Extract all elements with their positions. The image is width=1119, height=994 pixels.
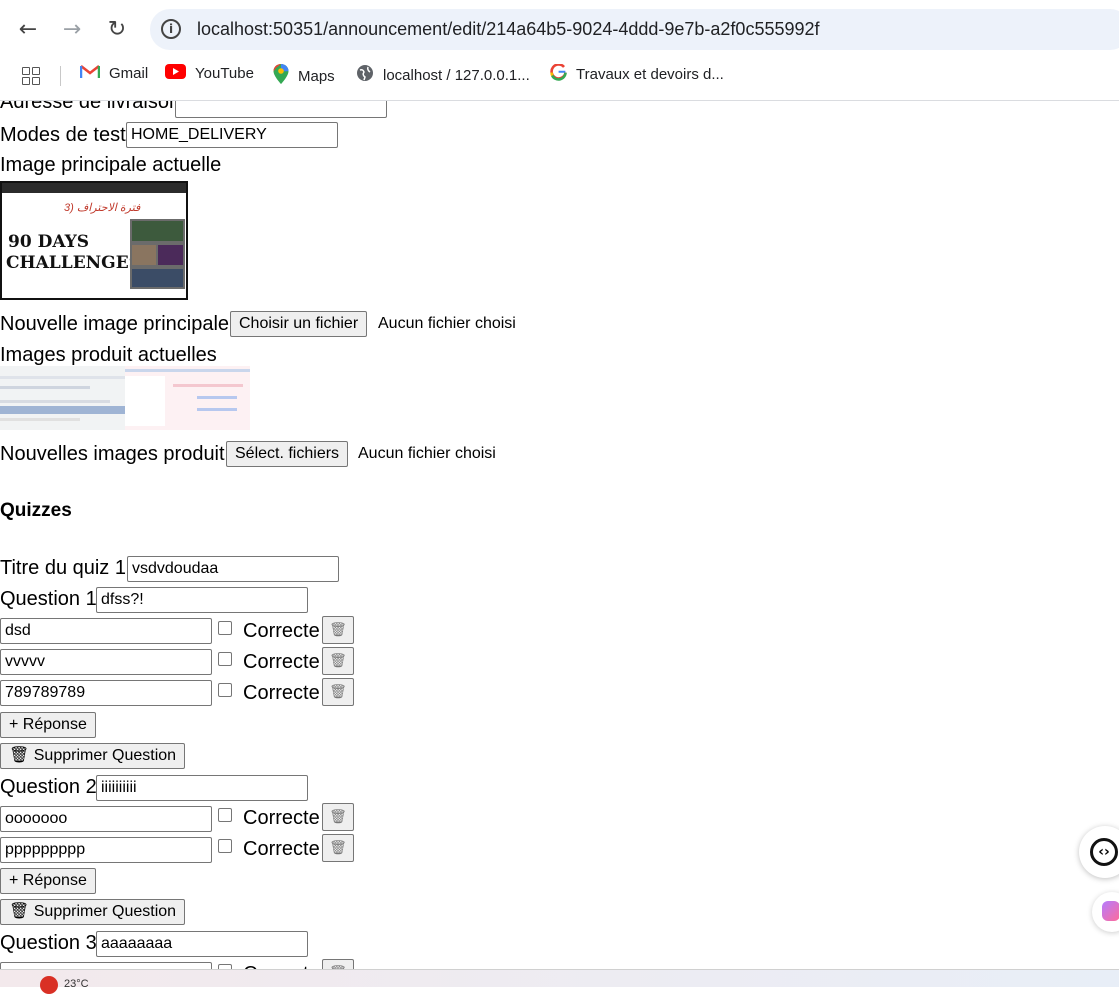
correct-checkbox[interactable] [218, 652, 232, 666]
trash-icon: 🗑 [329, 840, 347, 856]
current-product-images-label: Images produit actuelles [0, 344, 217, 366]
product-image-1 [0, 366, 125, 430]
delete-answer-button[interactable]: 🗑 [322, 647, 354, 675]
reload-icon[interactable]: ↻ [100, 12, 134, 46]
product-image-2 [125, 366, 250, 430]
image-arabic-text: 3) فترة الاحتراف [64, 202, 141, 214]
bookmark-label: localhost / 127.0.0.1... [383, 66, 530, 84]
correct-checkbox[interactable] [218, 839, 232, 853]
bookmark-label: Travaux et devoirs d... [576, 66, 724, 83]
bookmark-label: Gmail [109, 65, 149, 82]
bookmark-localhost[interactable]: localhost / 127.0.0.1... [356, 64, 530, 86]
quiz-title-input[interactable] [127, 556, 339, 582]
correct-checkbox[interactable] [218, 808, 232, 822]
trash-icon: 🗑 [329, 809, 347, 825]
delivery-address-label: Adresse de livraison [0, 101, 181, 113]
correct-label: Correcte [243, 620, 320, 642]
page-content: Adresse de livraison Modes de test Image… [0, 101, 1119, 969]
correct-label: Correcte [243, 807, 320, 829]
test-modes-label: Modes de test [0, 124, 126, 146]
answer-input[interactable] [0, 618, 212, 644]
trash-icon: 🗑 [329, 622, 347, 638]
image-thumbnails [130, 219, 185, 289]
question-label: Question 1 [0, 588, 97, 610]
delete-answer-button[interactable]: 🗑 [322, 678, 354, 706]
address-bar[interactable]: i localhost:50351/announcement/edit/214a… [150, 9, 1119, 50]
question-label: Question 3 [0, 932, 97, 954]
bookmark-youtube[interactable]: YouTube [165, 64, 254, 83]
select-files-button[interactable]: Sélect. fichiers [226, 441, 349, 467]
add-answer-button[interactable]: + Réponse [0, 868, 96, 894]
current-main-image-label: Image principale actuelle [0, 154, 222, 176]
browser-chrome: ← → ↻ i localhost:50351/announcement/edi… [0, 0, 1119, 101]
question-input[interactable] [96, 587, 308, 613]
google-icon [550, 63, 567, 85]
answer-input[interactable] [0, 806, 212, 832]
bookmark-label: YouTube [195, 65, 254, 82]
delete-question-button[interactable]: 🗑 Supprimer Question [0, 899, 186, 925]
delete-question-button[interactable]: 🗑 Supprimer Question [0, 743, 186, 769]
answer-input[interactable] [0, 837, 212, 863]
question-label: Question 2 [0, 776, 97, 798]
code-brackets-icon: ‹› [1090, 838, 1118, 866]
weather-temp: 23°C [64, 978, 89, 990]
forward-arrow-icon[interactable]: → [55, 12, 89, 46]
os-taskbar: 23°C [0, 969, 1119, 994]
correct-checkbox[interactable] [218, 683, 232, 697]
new-main-image-label: Nouvelle image principale [0, 313, 230, 335]
no-files-chosen-text: Aucun fichier choisi [358, 445, 496, 462]
delete-answer-button[interactable]: 🗑 [322, 803, 354, 831]
test-modes-input[interactable] [126, 122, 338, 148]
delete-answer-button[interactable]: 🗑 [322, 959, 354, 969]
bookmarks-bar: Gmail YouTube Maps localhost / 127.0.0.1… [0, 60, 1119, 90]
no-file-chosen-text: Aucun fichier choisi [378, 315, 516, 332]
question-input[interactable] [96, 931, 308, 957]
delete-answer-button[interactable]: 🗑 [322, 834, 354, 862]
add-answer-button[interactable]: + Réponse [0, 712, 96, 738]
quizzes-heading: Quizzes [0, 500, 72, 521]
assistant-icon [1102, 901, 1119, 921]
delivery-address-input[interactable] [175, 101, 387, 118]
image-topbar [2, 183, 186, 193]
correct-label: Correcte [243, 838, 320, 860]
current-main-image: 3) فترة الاحتراف 90 DAYS CHALLENGES [0, 181, 188, 300]
url-text[interactable]: localhost:50351/announcement/edit/214a64… [197, 19, 820, 40]
correct-checkbox[interactable] [218, 621, 232, 635]
correct-label: Correcte [243, 651, 320, 673]
bookmark-maps[interactable]: Maps [273, 64, 335, 88]
answer-input[interactable] [0, 962, 212, 969]
gmail-icon [79, 64, 101, 83]
trash-icon: 🗑 [329, 684, 347, 700]
delete-answer-button[interactable]: 🗑 [322, 616, 354, 644]
bookmark-label: Maps [298, 67, 335, 85]
correct-label: Correcte [243, 962, 320, 969]
image-title-line1: 90 DAYS [8, 232, 90, 252]
site-info-icon[interactable]: i [161, 19, 181, 39]
back-arrow-icon[interactable]: ← [11, 12, 45, 46]
youtube-icon [165, 64, 186, 83]
bookmark-travaux[interactable]: Travaux et devoirs d... [550, 63, 724, 85]
answer-input[interactable] [0, 649, 212, 675]
trash-icon: 🗑 [329, 653, 347, 669]
weather-badge-icon [40, 976, 58, 994]
quiz-title-label: Titre du quiz 1 [0, 557, 126, 579]
globe-icon [356, 64, 374, 86]
question-input[interactable] [96, 775, 308, 801]
maps-icon [273, 64, 289, 88]
answer-input[interactable] [0, 680, 212, 706]
bookmark-gmail[interactable]: Gmail [79, 64, 149, 83]
choose-file-button[interactable]: Choisir un fichier [230, 311, 368, 337]
correct-label: Correcte [243, 682, 320, 704]
image-title-line2: CHALLENGES [6, 253, 141, 273]
new-product-images-label: Nouvelles images produit [0, 443, 225, 465]
